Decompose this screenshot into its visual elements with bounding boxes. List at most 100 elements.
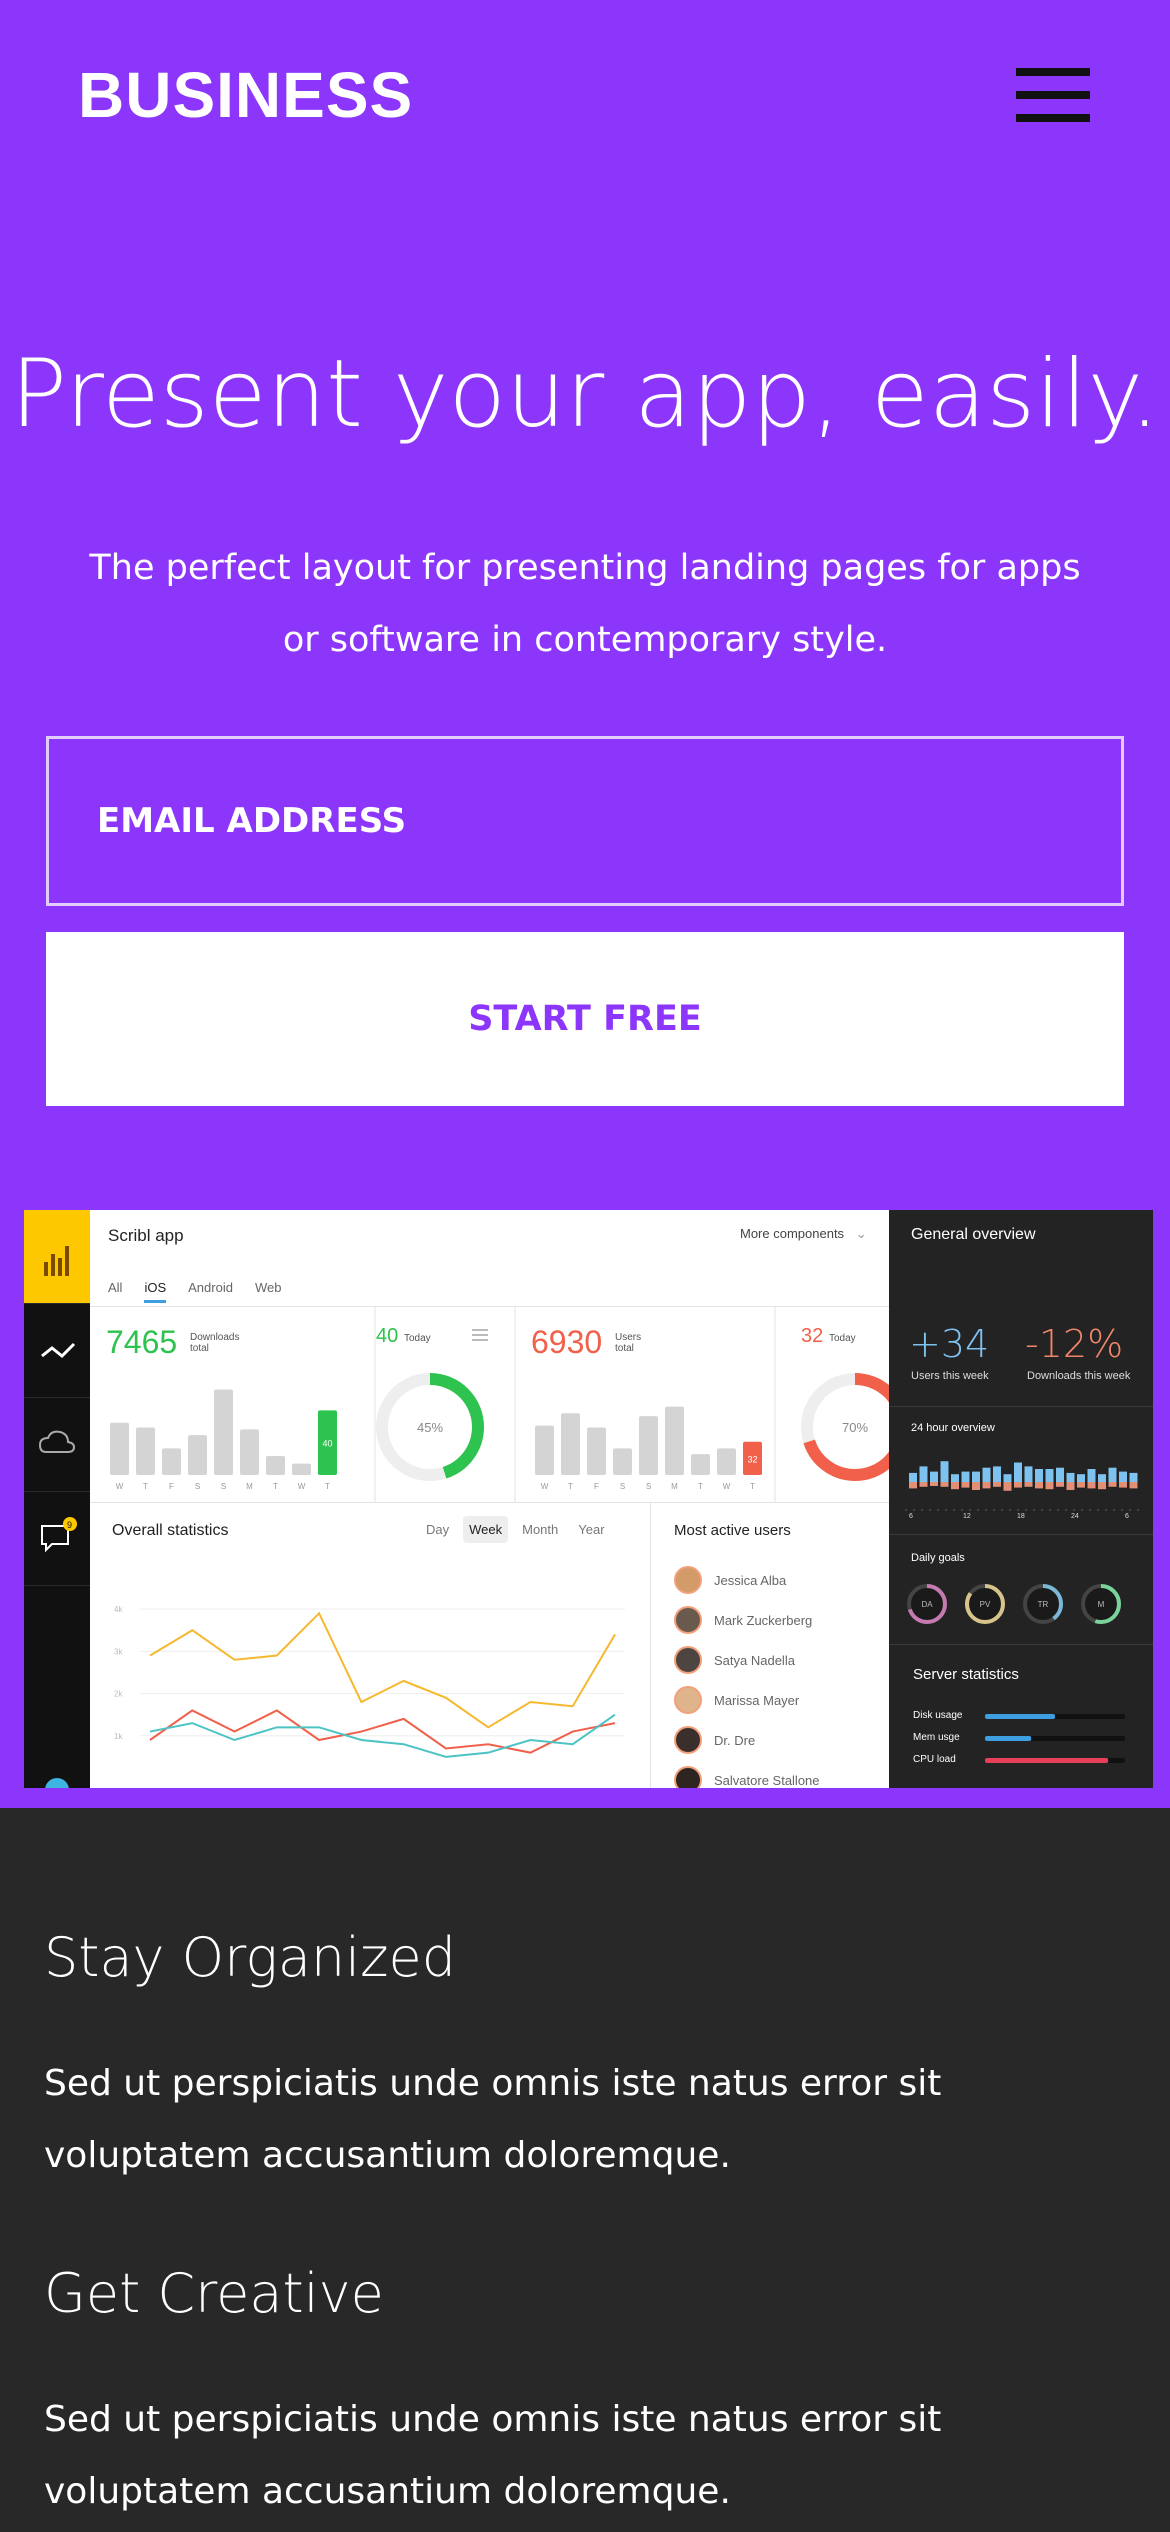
list-item[interactable]: Satya Nadella: [674, 1640, 884, 1680]
list-item[interactable]: Jessica Alba: [674, 1560, 884, 1600]
most-active-users-title: Most active users: [674, 1522, 791, 1539]
user-name: Mark Zuckerberg: [714, 1612, 813, 1628]
range-month[interactable]: Month: [516, 1516, 564, 1543]
hour-bar-down: [1077, 1482, 1085, 1488]
goal-label: TR: [1038, 1600, 1049, 1609]
dashboard-main: Scribl app More components ⌄ All iOS Andro…: [90, 1210, 889, 1788]
tab-ios[interactable]: iOS: [144, 1280, 167, 1303]
platform-tabs: All iOS Android Web: [108, 1280, 303, 1303]
downloads-donut-label: 45%: [417, 1420, 443, 1435]
goal-label: DA: [921, 1600, 933, 1609]
users-weekday: W: [541, 1482, 549, 1491]
y-tick: 2k: [114, 1690, 123, 1699]
downloads-bar: [292, 1463, 311, 1475]
hour-bar-up: [982, 1467, 991, 1482]
most-active-users-list: Jessica Alba Mark Zuckerberg Satya Nadella…: [674, 1560, 884, 1788]
hour-bar-up: [1056, 1467, 1064, 1482]
users-weekday: T: [568, 1482, 573, 1491]
hour-bar-down: [1108, 1482, 1117, 1487]
server-label: Mem usge: [913, 1732, 960, 1743]
dashboard-app-title: Scribl app: [108, 1226, 184, 1245]
hamburger-icon[interactable]: [1014, 64, 1094, 126]
list-item[interactable]: Marissa Mayer: [674, 1680, 884, 1720]
avatar: [674, 1686, 702, 1714]
bar-chart-icon: [44, 1246, 69, 1276]
range-year[interactable]: Year: [572, 1516, 610, 1543]
downloads-weekday: T: [273, 1482, 278, 1491]
users-total: 6930: [531, 1324, 602, 1360]
hour-bar-down: [972, 1482, 980, 1490]
sidebar-tile-trends[interactable]: [24, 1304, 90, 1398]
list-item[interactable]: Mark Zuckerberg: [674, 1600, 884, 1640]
server-bar: [985, 1714, 1055, 1719]
hour-bar-up: [1014, 1462, 1022, 1482]
server-statistics-title: Server statistics: [913, 1666, 1019, 1683]
hour-bar-up: [1003, 1474, 1012, 1482]
users-weekday: W: [723, 1482, 731, 1491]
downloads-weekday: T: [143, 1482, 148, 1491]
users-weekday: F: [594, 1482, 599, 1491]
tab-web[interactable]: Web: [255, 1280, 282, 1300]
downloads-bar: [266, 1456, 285, 1475]
hour-tick: 6: [909, 1513, 913, 1520]
daily-goals-rings: DA PV TR M: [907, 1584, 1121, 1624]
downloads-total: 7465: [106, 1324, 177, 1360]
avatar: [674, 1766, 702, 1788]
chevron-down-icon: ⌄: [855, 1226, 867, 1241]
downloads-today: 40: [376, 1325, 398, 1347]
hour-bar-up: [919, 1466, 928, 1482]
users-today: 32: [801, 1325, 823, 1347]
downloads-weekday: W: [116, 1482, 124, 1491]
hour-bar-down: [982, 1482, 991, 1489]
hour-bar-down: [1087, 1482, 1096, 1489]
hour-bar-down: [1035, 1482, 1043, 1489]
hour-bar-down: [951, 1482, 959, 1490]
hour-bar-down: [919, 1482, 928, 1487]
range-week[interactable]: Week: [463, 1516, 509, 1543]
y-tick: 3k: [114, 1647, 123, 1656]
hour-bar-up: [930, 1471, 938, 1482]
cloud-icon: [38, 1430, 76, 1453]
downloads-bar-label: 40: [322, 1439, 332, 1449]
more-components-label: More components: [740, 1226, 845, 1241]
series-line-0: [149, 1611, 616, 1729]
overall-statistics-title: Overall statistics: [112, 1522, 229, 1539]
hour-bar-down: [1129, 1482, 1138, 1489]
hour-bar-down: [961, 1482, 970, 1488]
hour-tick: 12: [963, 1513, 971, 1520]
downloads-label: Downloads: [190, 1332, 239, 1343]
sidebar-tile-cloud[interactable]: [24, 1398, 90, 1492]
more-components-link[interactable]: More components ⌄: [740, 1226, 867, 1242]
sidebar-tile-stats[interactable]: [24, 1210, 90, 1304]
hour-tick: 6: [1125, 1513, 1129, 1520]
start-free-button[interactable]: START FREE: [46, 932, 1124, 1106]
y-tick: 4k: [114, 1605, 123, 1614]
tab-all[interactable]: All: [108, 1280, 122, 1300]
brand-logo[interactable]: BUSINESS: [78, 58, 413, 132]
tab-android[interactable]: Android: [188, 1280, 233, 1300]
list-item[interactable]: Dr. Dre: [674, 1720, 884, 1760]
feature-title-1: Stay Organized: [44, 1926, 456, 1989]
users-weekday: T: [750, 1482, 755, 1491]
downloads-bar: [188, 1435, 207, 1475]
hour-tick: 24: [1071, 1513, 1079, 1520]
hero-subtext: The perfect layout for presenting landin…: [89, 548, 1081, 660]
hour-bar-up: [940, 1461, 949, 1482]
range-day[interactable]: Day: [420, 1516, 455, 1543]
hour-bar-down: [1119, 1482, 1127, 1488]
users-bar: [561, 1413, 580, 1475]
downloads-weekday: W: [298, 1482, 306, 1491]
hour-bar-up: [993, 1466, 1001, 1482]
avatar: [674, 1646, 702, 1674]
users-week-label: Users this week: [911, 1370, 989, 1382]
email-field[interactable]: [46, 736, 1124, 906]
users-label: Users: [615, 1332, 641, 1343]
overall-statistics-chart: 4k 3k 2k 1k: [114, 1605, 625, 1758]
help-icon[interactable]: [24, 1770, 90, 1788]
hour-bar-up: [1129, 1472, 1138, 1482]
avatar: [674, 1566, 702, 1594]
list-item[interactable]: Salvatore Stallone: [674, 1760, 884, 1788]
server-label: Disk usage: [913, 1710, 963, 1721]
range-tabs: Day Week Month Year: [420, 1516, 619, 1543]
sidebar-tile-messages[interactable]: 9: [24, 1492, 90, 1586]
